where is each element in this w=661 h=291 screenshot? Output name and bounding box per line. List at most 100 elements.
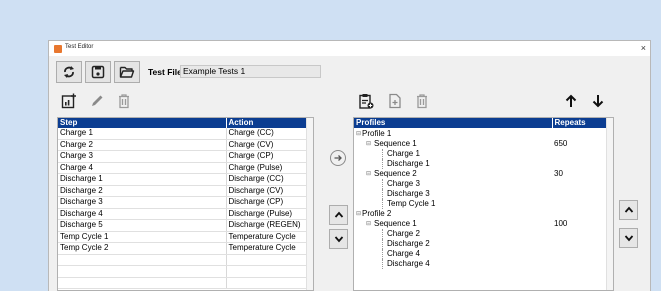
- profile-item-down-button[interactable]: [619, 228, 638, 248]
- step-name-cell: [58, 277, 227, 289]
- step-name-cell: Charge 2: [58, 139, 227, 151]
- step-move-down-button[interactable]: [329, 229, 348, 249]
- step-name-cell: Discharge 5: [58, 219, 227, 232]
- open-folder-button[interactable]: [114, 61, 140, 83]
- chevron-up-icon: [334, 211, 343, 218]
- add-step-button[interactable]: [58, 90, 80, 112]
- step-name-cell: Charge 3: [58, 150, 227, 163]
- step-name-cell: Discharge 3: [58, 196, 227, 209]
- step-action-cell: Discharge (CP): [226, 196, 310, 209]
- step-name-cell: Charge 4: [58, 162, 227, 174]
- profiles-tree-scrollbar[interactable]: [606, 118, 613, 290]
- step-name-cell: [58, 265, 227, 278]
- tree-step-node[interactable]: Discharge 2: [382, 239, 430, 249]
- tree-step-node[interactable]: Discharge 3: [382, 189, 430, 199]
- step-action-cell: [226, 277, 310, 289]
- table-row[interactable]: [58, 277, 310, 289]
- step-move-up-button[interactable]: [329, 205, 348, 225]
- profile-item-up-button[interactable]: [619, 200, 638, 220]
- trash-icon: [417, 94, 427, 109]
- close-button[interactable]: ×: [641, 42, 646, 54]
- title-bar: Test Editor ×: [49, 41, 650, 56]
- table-row[interactable]: Charge 1 Charge (CC): [58, 128, 310, 140]
- tree-repeats-cell: 100: [554, 219, 568, 228]
- save-button[interactable]: [85, 61, 111, 83]
- tree-step-node[interactable]: Charge 4: [382, 249, 420, 259]
- refresh-icon: [64, 66, 74, 78]
- profiles-tree-header: Profiles Repeats: [354, 118, 610, 128]
- step-action-cell: Charge (CV): [226, 139, 310, 151]
- tree-step-node[interactable]: Charge 1: [382, 149, 420, 159]
- table-row[interactable]: Discharge 4 Discharge (Pulse): [58, 208, 310, 220]
- folder-open-icon: [119, 66, 135, 78]
- table-row[interactable]: Discharge 2 Discharge (CV): [58, 185, 310, 197]
- table-row[interactable]: Charge 3 Charge (CP): [58, 150, 310, 163]
- column-header-step[interactable]: Step: [58, 118, 227, 128]
- steps-table[interactable]: Step Action Charge 1 Charge (CC) Charge 2C…: [57, 117, 314, 291]
- paste-into-profile-button[interactable]: [355, 90, 377, 112]
- tree-collapse-toggle[interactable]: ⊟: [366, 139, 371, 149]
- step-action-cell: Charge (CC): [226, 128, 310, 140]
- step-action-cell: Discharge (CC): [226, 173, 310, 186]
- profiles-tree[interactable]: Profiles Repeats ⊟ Profile 1 ⊟ Sequence 1 65…: [353, 117, 614, 291]
- chevron-down-icon: [624, 235, 633, 242]
- arrow-up-icon: [565, 94, 577, 107]
- table-row[interactable]: Temp Cycle 2 Temperature Cycle: [58, 242, 310, 255]
- tree-sequence-node[interactable]: Sequence 1: [374, 139, 417, 149]
- tree-repeats-cell: 650: [554, 139, 568, 148]
- column-header-repeats[interactable]: Repeats: [552, 118, 610, 128]
- edit-step-button[interactable]: [86, 90, 108, 112]
- step-action-cell: Discharge (CV): [226, 185, 310, 197]
- column-header-action[interactable]: Action: [226, 118, 310, 128]
- table-row[interactable]: [58, 265, 310, 278]
- test-file-name-field[interactable]: Example Tests 1: [180, 65, 321, 78]
- arrow-down-icon: [592, 95, 604, 108]
- refresh-button[interactable]: [56, 61, 82, 83]
- tree-step-node[interactable]: Charge 3: [382, 179, 420, 189]
- column-header-profiles[interactable]: Profiles: [354, 118, 553, 128]
- step-action-cell: [226, 265, 310, 278]
- trash-icon: [119, 94, 129, 109]
- table-row[interactable]: Discharge 1 Discharge (CC): [58, 173, 310, 186]
- table-row[interactable]: Charge 2 Charge (CV): [58, 139, 310, 151]
- steps-table-scrollbar[interactable]: [306, 118, 313, 290]
- tree-collapse-toggle[interactable]: ⊟: [366, 169, 371, 179]
- profiles-tree-header-grid: Profiles Repeats: [354, 118, 610, 128]
- table-row[interactable]: Charge 4 Charge (Pulse): [58, 162, 310, 174]
- move-profile-up-button[interactable]: [560, 90, 582, 112]
- move-profile-down-button[interactable]: [587, 90, 609, 112]
- pencil-icon: [92, 95, 103, 106]
- step-name-cell: Temp Cycle 2: [58, 242, 227, 255]
- table-row[interactable]: Temp Cycle 1 Temperature Cycle: [58, 231, 310, 243]
- step-action-cell: Temperature Cycle: [226, 231, 310, 243]
- step-action-cell: Charge (CP): [226, 150, 310, 163]
- table-row[interactable]: [58, 254, 310, 266]
- tree-step-node[interactable]: Temp Cycle 1: [382, 199, 435, 209]
- delete-profile-button[interactable]: [411, 90, 433, 112]
- tree-repeats-cell: 30: [554, 169, 563, 178]
- table-row[interactable]: Discharge 3 Discharge (CP): [58, 196, 310, 209]
- app-icon: [54, 45, 62, 53]
- add-to-profile-button[interactable]: [330, 150, 346, 166]
- tree-sequence-node[interactable]: Sequence 2: [374, 169, 417, 179]
- step-name-cell: Temp Cycle 1: [58, 231, 227, 243]
- arrow-right-circle-icon: [334, 155, 342, 161]
- tree-sequence-node[interactable]: Sequence 1: [374, 219, 417, 229]
- steps-table-grid: Step Action Charge 1 Charge (CC) Charge 2C…: [58, 118, 310, 289]
- step-action-cell: Temperature Cycle: [226, 242, 310, 255]
- tree-collapse-toggle[interactable]: ⊟: [366, 219, 371, 229]
- test-file-label: Test File: [148, 67, 182, 77]
- tree-step-node[interactable]: Discharge 1: [382, 159, 430, 169]
- tree-profile-node[interactable]: Profile 1: [362, 129, 391, 139]
- tree-profile-node[interactable]: Profile 2: [362, 209, 391, 219]
- delete-step-button[interactable]: [113, 90, 135, 112]
- tree-step-node[interactable]: Charge 2: [382, 229, 420, 239]
- new-profile-button[interactable]: [384, 90, 406, 112]
- tree-collapse-toggle[interactable]: ⊟: [356, 129, 361, 139]
- tree-collapse-toggle[interactable]: ⊟: [356, 209, 361, 219]
- test-editor-window: Test Editor × Test File Example Tests 1: [48, 40, 651, 291]
- tree-step-node[interactable]: Discharge 4: [382, 259, 430, 269]
- clipboard-add-icon: [359, 94, 374, 109]
- table-row[interactable]: Discharge 5 Discharge (REGEN): [58, 219, 310, 232]
- step-name-cell: [58, 254, 227, 266]
